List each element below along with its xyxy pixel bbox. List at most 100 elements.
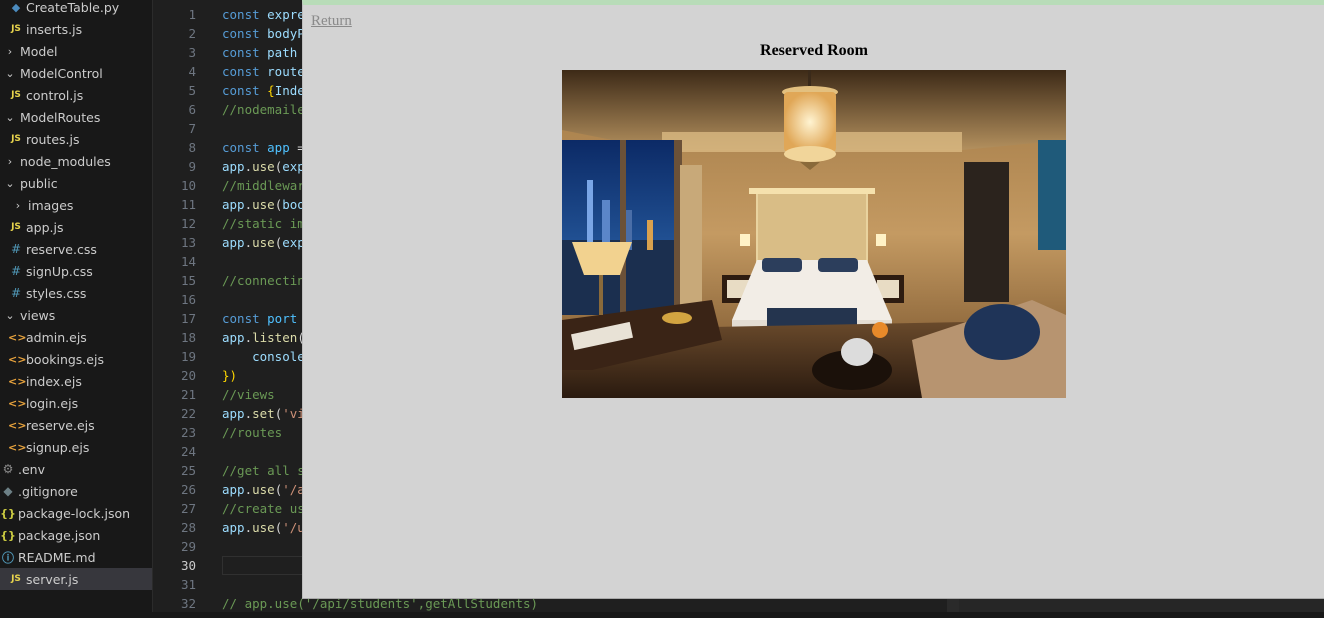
line-number: 16 — [180, 292, 196, 307]
code-token: app — [222, 520, 245, 535]
code-token: //nodemaile — [222, 102, 305, 117]
line-number: 26 — [180, 482, 196, 497]
sidebar-item[interactable]: ⌄ ModelRoutes — [0, 106, 152, 128]
line-number: 15 — [180, 273, 196, 288]
code-token: set — [252, 406, 275, 421]
line-number: 21 — [180, 387, 196, 402]
code-token: app — [222, 197, 245, 212]
line-number: 18 — [180, 330, 196, 345]
css-file-icon: # — [10, 286, 22, 300]
code-text: //nodemaile — [222, 100, 305, 119]
sidebar-item[interactable]: <> index.ejs — [0, 370, 152, 392]
sidebar-item-label: styles.css — [26, 285, 87, 301]
sidebar-item[interactable]: {} package.json — [0, 524, 152, 546]
sidebar-item[interactable]: JS routes.js — [0, 128, 152, 150]
sidebar-item[interactable]: ⓘ README.md — [0, 546, 152, 568]
sidebar-item[interactable]: # signUp.css — [0, 260, 152, 282]
line-number: 30 — [180, 558, 196, 573]
code-token: //views — [222, 387, 275, 402]
code-token: //routes — [222, 425, 283, 440]
sidebar-item[interactable]: {} package-lock.json — [0, 502, 152, 524]
sidebar-item[interactable]: JS app.js — [0, 216, 152, 238]
line-number: 28 — [180, 520, 196, 535]
sidebar-item[interactable]: › Model — [0, 40, 152, 62]
sidebar-item[interactable]: <> reserve.ejs — [0, 414, 152, 436]
sidebar-item-label: routes.js — [26, 131, 80, 147]
sidebar-item[interactable]: <> signup.ejs — [0, 436, 152, 458]
code-token: app — [222, 406, 245, 421]
sidebar-item[interactable]: <> login.ejs — [0, 392, 152, 414]
code-token: port — [267, 311, 298, 326]
sidebar-item[interactable]: JS control.js — [0, 84, 152, 106]
sidebar-item-label: images — [28, 197, 74, 213]
sidebar-item[interactable]: ◆ .gitignore — [0, 480, 152, 502]
sidebar-item[interactable]: ⌄ public — [0, 172, 152, 194]
line-number: 9 — [188, 159, 196, 174]
code-text: //routes — [222, 423, 282, 442]
code-text: const expre — [222, 5, 305, 24]
sidebar-item-label: reserve.ejs — [26, 417, 95, 433]
code-token: app — [222, 330, 245, 345]
code-token: path — [267, 45, 298, 60]
js-file-icon: JS — [11, 134, 21, 144]
line-number: 19 — [180, 349, 196, 364]
code-token: const — [222, 311, 268, 326]
line-number: 10 — [180, 178, 196, 193]
code-text: app.use(exp — [222, 157, 305, 176]
line-number: 14 — [180, 254, 196, 269]
line-number: 7 — [188, 121, 196, 136]
sidebar-item[interactable]: <> admin.ejs — [0, 326, 152, 348]
page-title: Reserved Room — [760, 42, 868, 59]
return-link[interactable]: Return — [311, 13, 352, 30]
sidebar-item-label: views — [20, 307, 56, 323]
sidebar-item-label: login.ejs — [26, 395, 79, 411]
sidebar-item[interactable]: <> bookings.ejs — [0, 348, 152, 370]
sidebar-item[interactable]: ⌄ ModelControl — [0, 62, 152, 84]
code-text: //connectin — [222, 271, 305, 290]
chevron-down-icon: ⌄ — [5, 308, 15, 322]
code-token: . — [244, 520, 253, 535]
line-number: 5 — [188, 83, 196, 98]
browser-window: Return Reserved Room — [302, 0, 1324, 599]
sidebar-item[interactable]: › node_modules — [0, 150, 152, 172]
line-number: 13 — [180, 235, 196, 250]
sidebar-item[interactable]: JS inserts.js — [0, 18, 152, 40]
line-number: 17 — [180, 311, 196, 326]
code-text: //views — [222, 385, 275, 404]
css-file-icon: # — [10, 264, 22, 278]
line-number: 27 — [180, 501, 196, 516]
css-file-icon: # — [10, 242, 22, 256]
line-number: 1 — [188, 7, 196, 22]
json-file-icon: {} — [0, 528, 16, 542]
code-token: { — [267, 83, 275, 98]
code-token: use — [252, 520, 275, 535]
sidebar-item-label: ModelControl — [20, 65, 103, 81]
code-token: const — [222, 64, 268, 79]
sidebar-item[interactable]: # reserve.css — [0, 238, 152, 260]
sidebar-item[interactable]: ◆ CreateTable.py — [0, 0, 152, 18]
ejs-file-icon: <> — [8, 352, 27, 366]
code-token: }) — [222, 368, 238, 383]
code-text: //middlewar — [222, 176, 305, 195]
ejs-file-icon: <> — [8, 440, 27, 454]
sidebar-item-label: app.js — [26, 219, 64, 235]
sidebar-item[interactable]: JS server.js — [0, 568, 152, 590]
sidebar-item-label: signUp.css — [26, 263, 93, 279]
code-text: app.use(boo — [222, 195, 305, 214]
sidebar-item-label: reserve.css — [26, 241, 97, 257]
code-text: const route — [222, 62, 305, 81]
sidebar-item[interactable]: ⚙ .env — [0, 458, 152, 480]
sidebar-item-label: package.json — [18, 527, 101, 543]
code-token: . — [244, 159, 253, 174]
code-token: use — [252, 235, 275, 250]
code-token: route — [267, 64, 305, 79]
line-number: 20 — [180, 368, 196, 383]
code-token: app — [267, 140, 298, 155]
line-number: 31 — [180, 577, 196, 592]
code-token: console — [252, 349, 305, 364]
sidebar-item[interactable]: # styles.css — [0, 282, 152, 304]
sidebar-item[interactable]: ⌄ views — [0, 304, 152, 326]
info-icon: ⓘ — [1, 550, 14, 565]
sidebar-item[interactable]: › images — [0, 194, 152, 216]
sidebar-item-label: node_modules — [20, 153, 111, 169]
